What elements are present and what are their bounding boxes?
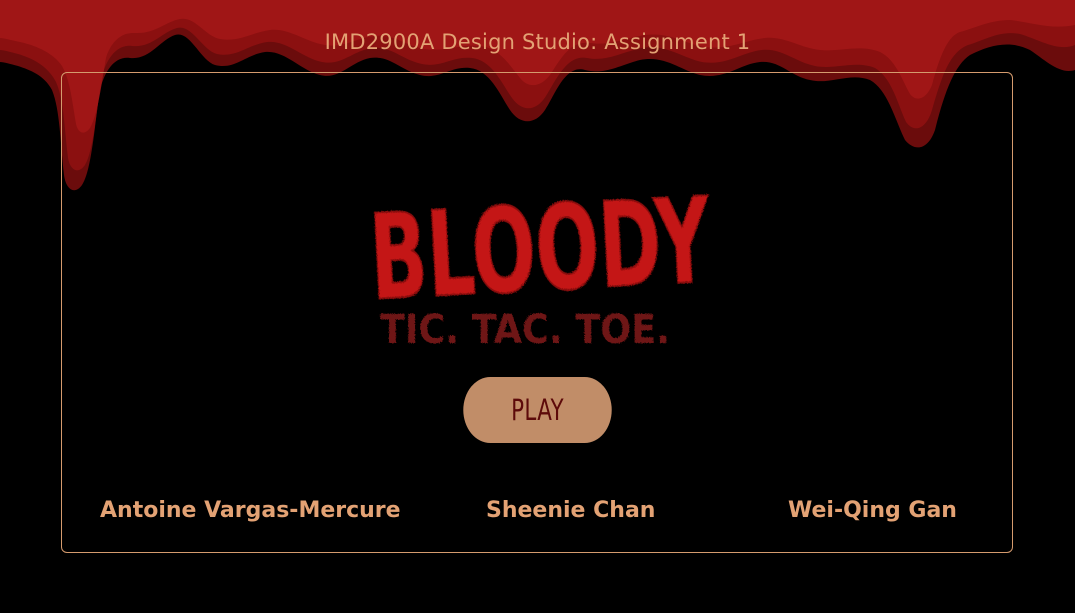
logo-main-text: BLOODY — [367, 171, 715, 327]
credit-name: Wei-Qing Gan — [788, 498, 957, 523]
credit-name: Sheenie Chan — [486, 498, 656, 523]
play-button[interactable]: PLAY — [463, 377, 612, 443]
game-logo: BLOODY TIC. TAC. TOE. — [366, 170, 716, 353]
page-title: IMD2900A Design Studio: Assignment 1 — [324, 30, 751, 54]
credit-name: Antoine Vargas-Mercure — [100, 498, 401, 523]
logo-sub-text: TIC. TAC. TOE. — [380, 307, 670, 353]
